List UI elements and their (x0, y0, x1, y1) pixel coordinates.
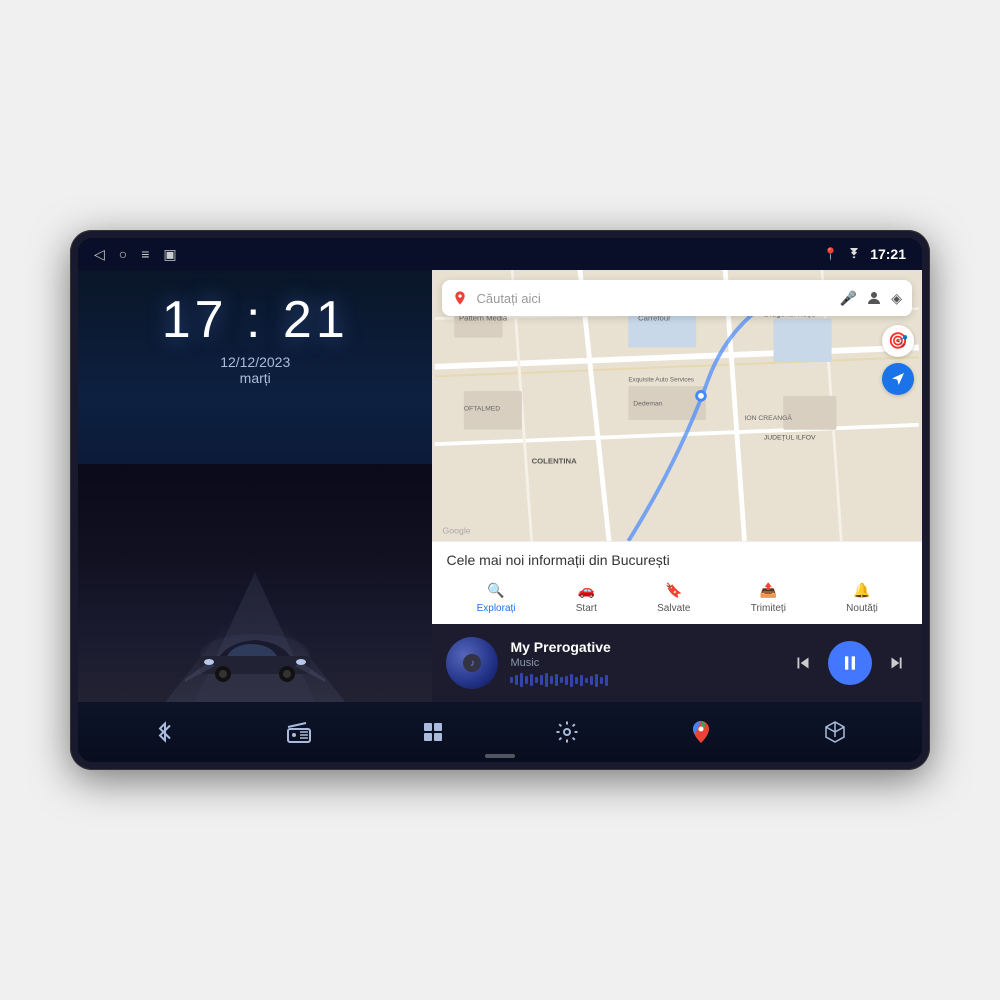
clock-time: 17 : 21 (162, 290, 349, 350)
wifi-icon (846, 248, 862, 260)
map-tab-start[interactable]: 🚗 Start (576, 580, 597, 614)
map-info-panel: Cele mai noi informații din București 🔍 … (432, 541, 922, 624)
clock-day: marți (162, 370, 349, 386)
google-maps-nav-button[interactable] (676, 707, 726, 757)
bottom-nav (78, 702, 922, 762)
svg-text:Exquisite Auto Services: Exquisite Auto Services (629, 376, 695, 383)
back-icon[interactable]: ◁ (94, 246, 105, 263)
home-indicator[interactable] (485, 754, 515, 758)
car-scene (78, 464, 432, 702)
device-frame: ◁ ○ ≡ ▣ 📍 17:21 17 : 21 (70, 230, 930, 770)
layers-icon[interactable]: ◈ (891, 290, 902, 307)
account-icon[interactable] (865, 289, 883, 307)
svg-text:ION CREANGĂ: ION CREANGĂ (745, 413, 793, 422)
map-tab-salvate[interactable]: 🔖 Salvate (657, 580, 690, 614)
main-content: 17 : 21 12/12/2023 marți (78, 270, 922, 702)
status-bar-right: 📍 17:21 (823, 246, 906, 262)
svg-text:COLENTINA: COLENTINA (532, 457, 578, 466)
next-track-button[interactable] (886, 652, 908, 674)
music-waveform (510, 673, 780, 687)
music-subtitle: Music (510, 657, 780, 669)
screenshot-icon[interactable]: ▣ (163, 246, 176, 263)
car-image (185, 624, 325, 684)
svg-text:Dedeman: Dedeman (634, 401, 664, 408)
map-nav-tabs: 🔍 Explorați 🚗 Start 🔖 Salvate 📤 (446, 576, 908, 618)
left-panel: 17 : 21 12/12/2023 marți (78, 270, 432, 702)
search-action-icons: 🎤 ◈ (840, 289, 902, 307)
bluetooth-button[interactable] (140, 707, 190, 757)
status-bar: ◁ ○ ≡ ▣ 📍 17:21 (78, 238, 922, 270)
svg-text:JUDEȚUL ILFOV: JUDEȚUL ILFOV (764, 434, 816, 441)
settings-button[interactable] (542, 707, 592, 757)
map-tab-noutati[interactable]: 🔔 Noutăți (846, 580, 878, 614)
status-bar-left: ◁ ○ ≡ ▣ (94, 246, 177, 263)
album-art-inner: ♪ (463, 654, 481, 672)
cube-button[interactable] (810, 707, 860, 757)
mic-icon[interactable]: 🎤 (840, 290, 857, 307)
news-icon: 🔔 (852, 580, 872, 600)
album-art: ♪ (446, 637, 498, 689)
explore-label: Explorați (477, 603, 516, 614)
svg-text:Google: Google (443, 525, 471, 535)
locate-me-button[interactable]: 🎯 (882, 325, 914, 357)
right-panel: Pattern Media Carrefour Dragonul Roșu Me… (432, 270, 922, 702)
apps-button[interactable] (408, 707, 458, 757)
saved-label: Salvate (657, 603, 690, 614)
menu-icon[interactable]: ≡ (141, 246, 149, 262)
explore-icon: 🔍 (486, 580, 506, 600)
start-icon: 🚗 (576, 580, 596, 600)
map-container[interactable]: Pattern Media Carrefour Dragonul Roșu Me… (432, 270, 922, 541)
map-search-bar[interactable]: Căutați aici 🎤 ◈ (442, 280, 912, 316)
music-player: ♪ My Prerogative Music (432, 624, 922, 702)
prev-track-button[interactable] (792, 652, 814, 674)
status-time: 17:21 (870, 246, 906, 262)
share-icon: 📤 (758, 580, 778, 600)
share-label: Trimiteți (751, 603, 786, 614)
radio-button[interactable] (274, 707, 324, 757)
location-status-icon: 📍 (823, 247, 838, 261)
play-pause-button[interactable] (828, 641, 872, 685)
search-placeholder-text: Căutați aici (476, 291, 831, 306)
start-label: Start (576, 603, 597, 614)
svg-text:OFTALMED: OFTALMED (464, 405, 500, 412)
navigate-button[interactable] (882, 363, 914, 395)
music-info: My Prerogative Music (510, 639, 780, 687)
map-info-title: Cele mai noi informații din București (446, 552, 908, 568)
clock-date: 12/12/2023 (162, 354, 349, 370)
music-title: My Prerogative (510, 639, 780, 655)
map-tab-trimiteti[interactable]: 📤 Trimiteți (751, 580, 786, 614)
map-overlay-controls: 🎯 (882, 325, 914, 395)
home-icon[interactable]: ○ (119, 246, 127, 262)
music-controls (792, 641, 908, 685)
clock-display: 17 : 21 12/12/2023 marți (162, 290, 349, 386)
news-label: Noutăți (846, 603, 878, 614)
saved-icon: 🔖 (664, 580, 684, 600)
map-tab-explorați[interactable]: 🔍 Explorați (477, 580, 516, 614)
device-screen: ◁ ○ ≡ ▣ 📍 17:21 17 : 21 (78, 238, 922, 762)
google-maps-icon (452, 290, 468, 306)
music-note-icon: ♪ (470, 658, 475, 669)
